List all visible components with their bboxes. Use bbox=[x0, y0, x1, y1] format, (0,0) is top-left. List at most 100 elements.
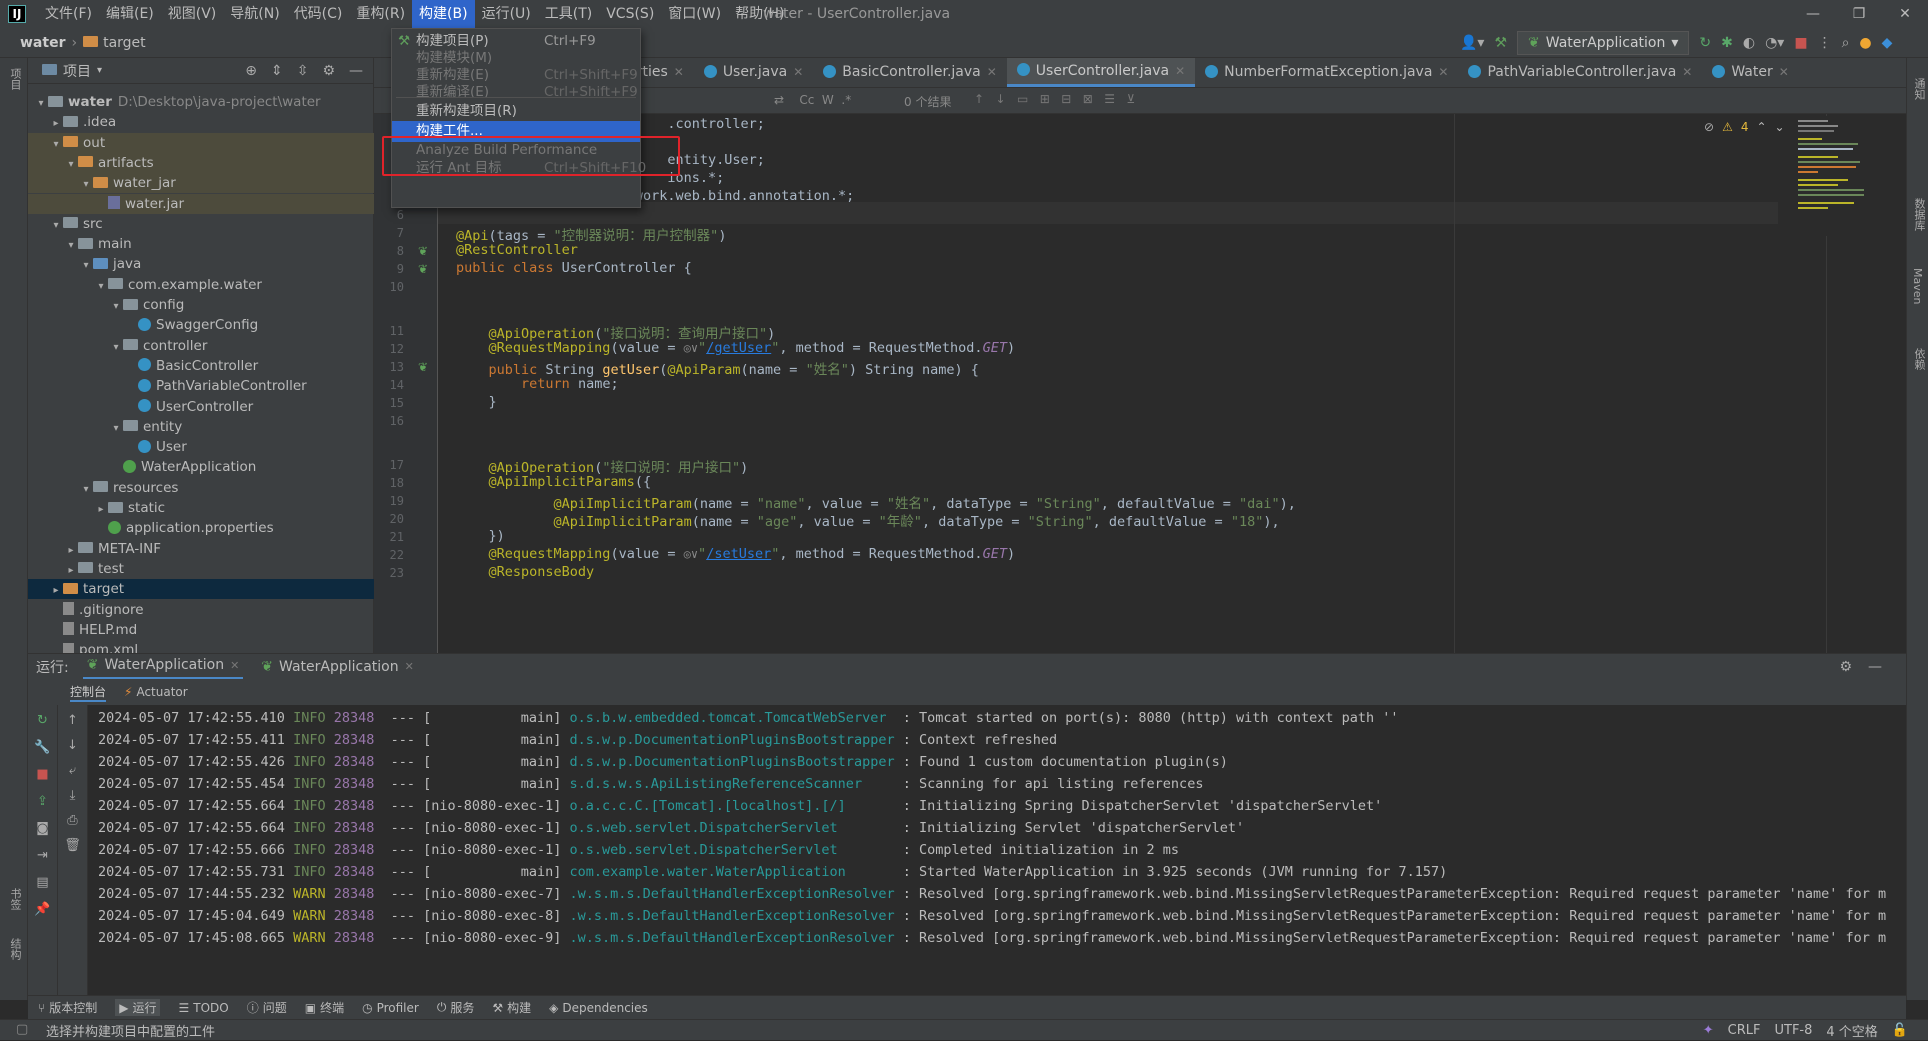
tree-item[interactable]: ▾ controller bbox=[28, 336, 374, 356]
minimize-button[interactable]: — bbox=[1790, 0, 1836, 28]
tree-item[interactable]: ▾ config bbox=[28, 295, 374, 315]
collapse-all-icon[interactable]: ⇳ bbox=[297, 63, 309, 79]
maximize-button[interactable]: ❐ bbox=[1836, 0, 1882, 28]
run-tab-1[interactable]: ❦ WaterApplication ✕ bbox=[82, 654, 244, 680]
chevron-down-icon[interactable]: ▾ bbox=[94, 277, 108, 297]
tree-item[interactable]: ▾ artifacts bbox=[28, 152, 374, 175]
tree-item[interactable]: ▸ static bbox=[28, 498, 374, 518]
user-icon[interactable]: 👤▾ bbox=[1460, 35, 1484, 51]
tree-item[interactable]: ▸ META-INF bbox=[28, 539, 374, 559]
tool-window-button[interactable]: ▶ 运行 bbox=[115, 999, 161, 1016]
console-output[interactable]: 2024-05-07 17:42:55.410 INFO 28348 --- [… bbox=[88, 705, 1906, 995]
tree-item[interactable]: ▾ out bbox=[28, 132, 374, 155]
close-icon[interactable]: ✕ bbox=[987, 65, 997, 79]
scroll-end-icon[interactable]: ⤓ bbox=[70, 788, 76, 803]
print-icon[interactable]: ⎙ bbox=[67, 813, 77, 828]
line-separator[interactable]: CRLF bbox=[1728, 1023, 1761, 1038]
menu-item[interactable]: VCS(S) bbox=[599, 0, 661, 28]
tree-item[interactable]: ▾ src bbox=[28, 214, 374, 234]
chevron-right-icon[interactable]: ▸ bbox=[49, 114, 63, 134]
stop-icon[interactable]: ■ bbox=[1794, 35, 1807, 51]
bookmarks-tool-label[interactable]: 书签 bbox=[7, 888, 23, 910]
tree-item[interactable]: BasicController bbox=[28, 356, 374, 376]
more-icon[interactable]: ⋮ bbox=[1818, 35, 1832, 51]
find-nav[interactable]: ↑ ↓ ▭ ⊞ ⊟ ⊠ ☰ ⊻ bbox=[974, 92, 1135, 106]
project-panel-title[interactable]: 项目 bbox=[63, 61, 91, 81]
editor-tab[interactable]: UserController.java ✕ bbox=[1006, 58, 1196, 87]
tool-window-button[interactable]: ⏻ 服务 bbox=[437, 999, 475, 1016]
tree-item[interactable]: WaterApplication bbox=[28, 457, 374, 477]
search-icon[interactable]: ⌕ bbox=[1842, 35, 1850, 51]
chevron-right-icon[interactable]: ▸ bbox=[94, 500, 108, 520]
editor-tab[interactable]: User.java ✕ bbox=[694, 58, 813, 87]
menu-item[interactable]: 重构(R) bbox=[349, 0, 412, 28]
editor-tab[interactable]: PathVariableController.java ✕ bbox=[1458, 58, 1702, 87]
close-icon[interactable]: ✕ bbox=[405, 660, 414, 673]
lock-icon[interactable]: 🔓 bbox=[1892, 1023, 1908, 1038]
gear-icon[interactable]: ⚙ bbox=[1839, 659, 1852, 675]
expand-all-icon[interactable]: ⇕ bbox=[271, 63, 283, 79]
run-config-select[interactable]: ❦ WaterApplication ▾ bbox=[1517, 31, 1690, 55]
tree-item[interactable]: water.jar bbox=[28, 193, 374, 214]
chevron-down-icon[interactable]: ▾ bbox=[79, 480, 93, 500]
close-icon[interactable]: ✕ bbox=[1438, 65, 1448, 79]
hide-icon[interactable]: — bbox=[349, 63, 363, 79]
tree-item[interactable]: UserController bbox=[28, 397, 374, 417]
inspection-widget[interactable]: ⊘ ⚠ 4 ⌃ ⌄ bbox=[1704, 120, 1785, 134]
stop-icon[interactable]: ■ bbox=[36, 767, 48, 782]
chevron-down-icon[interactable]: ▾ bbox=[49, 216, 63, 236]
tree-item[interactable]: ▾ java bbox=[28, 254, 374, 274]
breadcrumb-project[interactable]: water bbox=[20, 35, 65, 51]
tree-item[interactable]: SwaggerConfig bbox=[28, 315, 374, 335]
close-icon[interactable]: ✕ bbox=[793, 65, 803, 79]
locate-icon[interactable]: ⊕ bbox=[245, 63, 257, 79]
chevron-down-icon[interactable]: ▾ bbox=[34, 94, 48, 114]
debug-icon[interactable]: ✱ bbox=[1721, 35, 1733, 51]
chevron-down-icon[interactable]: ▾ bbox=[64, 236, 78, 256]
tree-item[interactable]: ▾ com.example.water bbox=[28, 275, 374, 295]
chevron-right-icon[interactable]: ▸ bbox=[64, 561, 78, 581]
scroll-up-icon[interactable]: ↑ bbox=[67, 713, 78, 728]
hide-icon[interactable]: — bbox=[1868, 659, 1882, 675]
file-encoding[interactable]: UTF-8 bbox=[1775, 1023, 1813, 1038]
menu-item[interactable]: 窗口(W) bbox=[661, 0, 728, 28]
close-icon[interactable]: ✕ bbox=[230, 659, 239, 672]
close-button[interactable]: ✕ bbox=[1882, 0, 1928, 28]
close-icon[interactable]: ✕ bbox=[1682, 65, 1692, 79]
tree-item[interactable]: ▸ .idea bbox=[28, 112, 374, 132]
actuator-tab[interactable]: Actuator bbox=[136, 685, 187, 699]
database-tool-label[interactable]: 数据库 bbox=[1911, 198, 1927, 231]
camera-icon[interactable]: ◙ bbox=[36, 821, 49, 836]
close-icon[interactable]: ✕ bbox=[674, 65, 684, 79]
chevron-down-icon[interactable]: ▾ bbox=[79, 256, 93, 276]
console-tab[interactable]: 控制台 bbox=[70, 683, 107, 702]
tool-window-button[interactable]: ☰ TODO bbox=[178, 1001, 228, 1015]
tool-window-button[interactable]: ⑂ 版本控制 bbox=[38, 999, 97, 1016]
chevron-down-icon[interactable]: ▾ bbox=[109, 338, 123, 358]
run-tab-2[interactable]: ❦ WaterApplication ✕ bbox=[257, 654, 418, 680]
close-icon[interactable]: ✕ bbox=[1779, 65, 1789, 79]
menu-item[interactable]: 构建(B) bbox=[412, 0, 475, 28]
next-issue-icon[interactable]: ⌄ bbox=[1775, 120, 1785, 134]
exit-icon[interactable]: ⇥ bbox=[37, 848, 48, 863]
gear-icon[interactable]: ⚙ bbox=[322, 63, 335, 79]
chevron-down-icon[interactable]: ▾ bbox=[97, 65, 102, 76]
tree-item[interactable]: ▸ test bbox=[28, 559, 374, 579]
notifications-tool-label[interactable]: 通知 bbox=[1911, 78, 1927, 100]
tool-window-button[interactable]: ◷ Profiler bbox=[362, 1001, 419, 1015]
dependencies-tool-label[interactable]: 依赖 bbox=[1911, 348, 1927, 370]
hammer-icon[interactable]: ⚒ bbox=[1494, 35, 1507, 51]
menu-item[interactable]: 视图(V) bbox=[161, 0, 224, 28]
chevron-down-icon[interactable]: ▾ bbox=[64, 155, 78, 175]
tree-item[interactable]: application.properties bbox=[28, 518, 374, 538]
tool-window-button[interactable]: ⓘ 问题 bbox=[247, 999, 287, 1016]
scroll-down-icon[interactable]: ↓ bbox=[67, 738, 78, 753]
pin-icon[interactable]: 📌 bbox=[34, 902, 50, 917]
menu-item[interactable]: 代码(C) bbox=[287, 0, 350, 28]
minimap[interactable] bbox=[1796, 116, 1866, 236]
ai-icon[interactable]: ✦ bbox=[1703, 1023, 1714, 1038]
chevron-down-icon[interactable]: ▾ bbox=[79, 175, 93, 195]
chevron-down-icon[interactable]: ▾ bbox=[49, 135, 63, 155]
tool-window-button[interactable]: ◈ Dependencies bbox=[549, 1001, 648, 1015]
rerun-icon[interactable]: ↻ bbox=[1699, 35, 1711, 51]
